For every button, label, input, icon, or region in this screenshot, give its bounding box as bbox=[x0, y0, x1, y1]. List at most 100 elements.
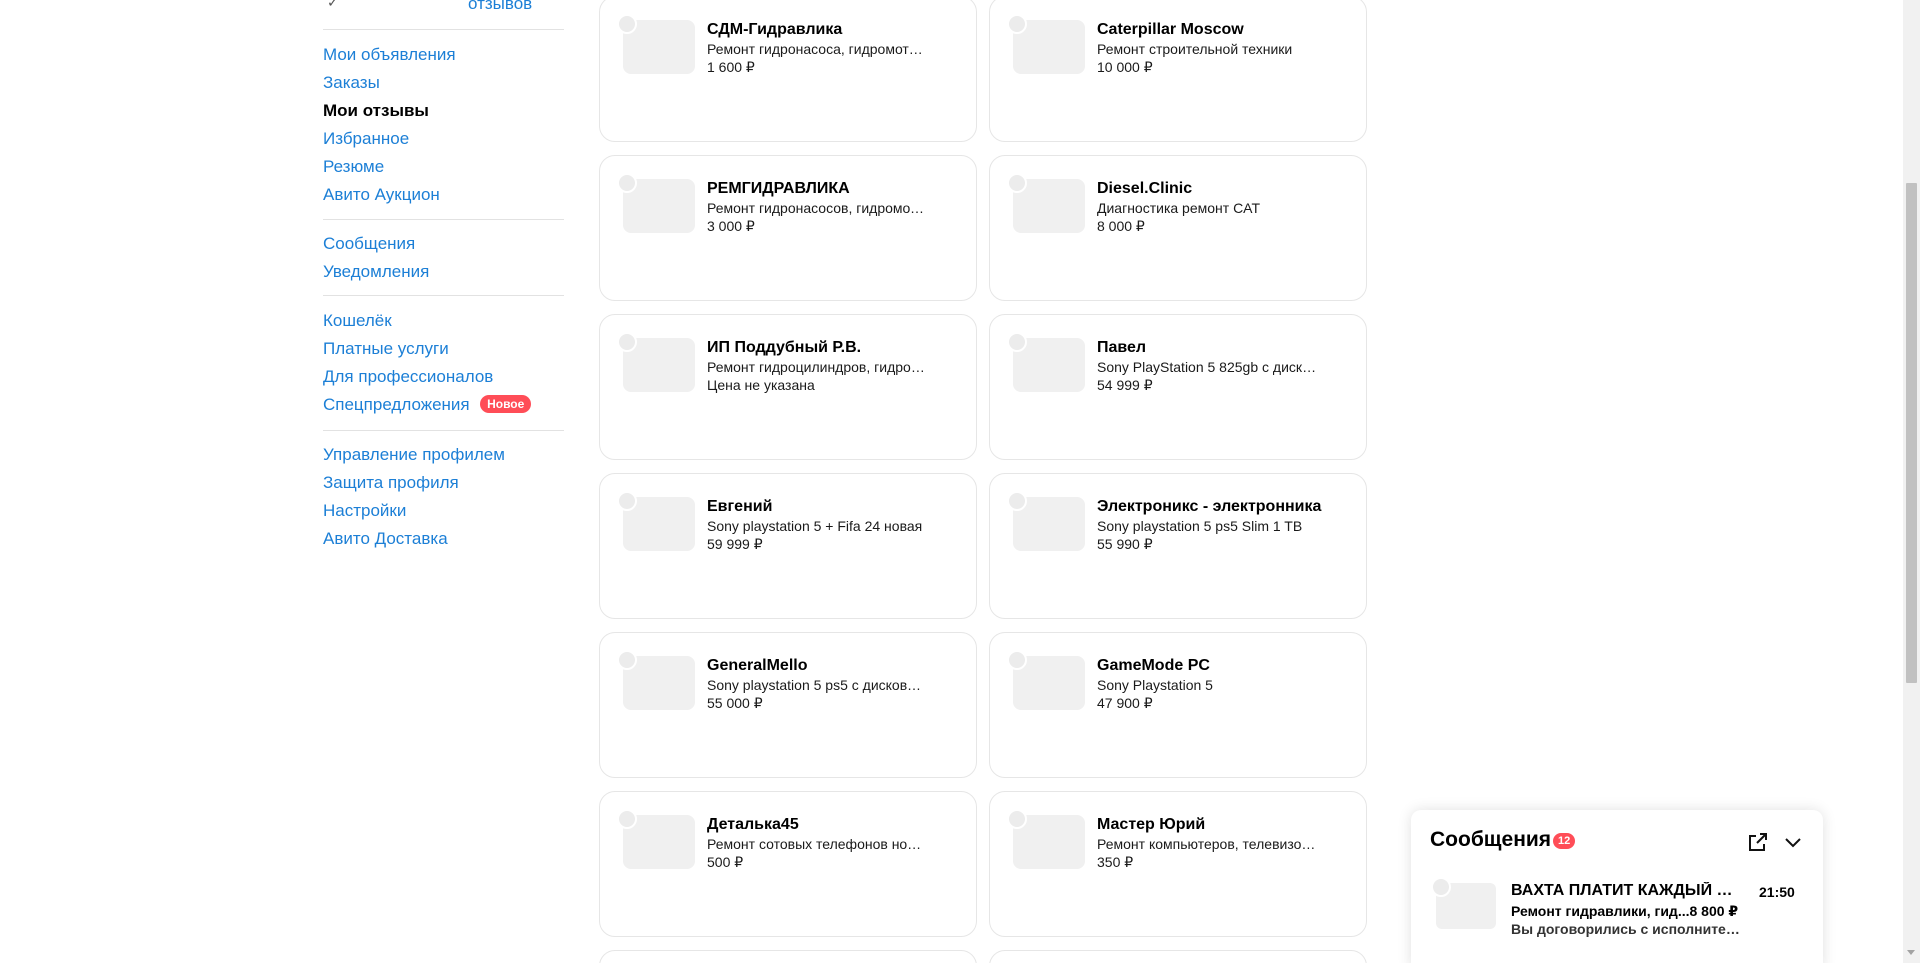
conversation-subtitle: Ремонт гидравлики, гид...8 800 ₽ bbox=[1511, 903, 1739, 919]
scroll-down-arrow-icon[interactable] bbox=[1907, 950, 1915, 955]
sidebar-item-orders[interactable]: Заказы bbox=[323, 69, 564, 97]
sidebar-item-my-reviews[interactable]: Мои отзывы bbox=[323, 97, 564, 125]
item-description: Sony playstation 5 ps5 Slim 1 TB bbox=[1097, 518, 1303, 534]
item-price: 47 900 ₽ bbox=[1097, 695, 1153, 711]
review-card[interactable]: GameMode PC Sony Playstation 5 47 900 ₽ bbox=[989, 632, 1367, 778]
external-link-icon[interactable] bbox=[1746, 830, 1770, 854]
avatar bbox=[617, 650, 637, 670]
sidebar-item-avito-delivery[interactable]: Авито Доставка bbox=[323, 525, 564, 553]
avatar bbox=[617, 491, 637, 511]
item-description: Ремонт сотовых телефонов ноутбуков bbox=[707, 836, 927, 852]
divider bbox=[323, 29, 564, 30]
reviews-count-link[interactable]: отзывов bbox=[468, 0, 532, 14]
avatar bbox=[1007, 173, 1027, 193]
item-description: Диагностика ремонт CAT bbox=[1097, 200, 1261, 216]
sidebar-item-special-offers-row: Спецпредложения Новое bbox=[323, 391, 564, 419]
item-description: Ремонт компьютеров, телевизоров bbox=[1097, 836, 1317, 852]
review-card[interactable]: Caterpillar Moscow Ремонт строительной те… bbox=[989, 0, 1367, 142]
conversation-name: ВАХТА ПЛАТИТ КАЖДЫЙ ДЕНЬ bbox=[1511, 882, 1741, 899]
item-description: Ремонт гидронасоса, гидромоторов bbox=[707, 41, 927, 57]
seller-name: Деталька45 bbox=[707, 816, 799, 833]
review-card[interactable]: Павел Sony PlayStation 5 825gb с дисковод… bbox=[989, 314, 1367, 460]
seller-name: СДМ-Гидравлика bbox=[707, 21, 843, 38]
item-description: Ремонт строительной техники bbox=[1097, 41, 1293, 57]
item-price: 55 000 ₽ bbox=[707, 695, 763, 711]
review-card[interactable]: Diesel.Clinic Диагностика ремонт CAT 8 000… bbox=[989, 155, 1367, 301]
seller-name: Мастер Юрий bbox=[1097, 816, 1206, 833]
nav-group-main: Мои объявления Заказы Мои отзывы Избранн… bbox=[323, 41, 564, 209]
item-price: 350 ₽ bbox=[1097, 854, 1134, 870]
sidebar-item-paid-services[interactable]: Платные услуги bbox=[323, 335, 564, 363]
review-card-partial[interactable] bbox=[989, 950, 1367, 963]
conversation-time: 21:50 bbox=[1759, 884, 1795, 900]
item-price: 54 999 ₽ bbox=[1097, 377, 1153, 393]
seller-name: Евгений bbox=[707, 498, 773, 515]
avatar bbox=[1007, 491, 1027, 511]
seller-name: GameMode PC bbox=[1097, 657, 1210, 674]
seller-name: Diesel.Clinic bbox=[1097, 180, 1193, 197]
sidebar-item-resume[interactable]: Резюме bbox=[323, 153, 564, 181]
sidebar-item-profile-management[interactable]: Управление профилем bbox=[323, 441, 564, 469]
rating-fragment: ✓ отзывов bbox=[323, 0, 564, 14]
avatar bbox=[617, 332, 637, 352]
review-card[interactable]: ИП Поддубный Р.В. Ремонт гидроцилиндров, … bbox=[599, 314, 977, 460]
avatar bbox=[1007, 14, 1027, 34]
conversation-last-message: Вы договорились с исполнителем bbox=[1511, 921, 1741, 937]
seller-name: РЕМГИДРАВЛИКА bbox=[707, 180, 850, 197]
sidebar-item-for-professionals[interactable]: Для профессионалов bbox=[323, 363, 564, 391]
messenger-title: Сообщения bbox=[1430, 828, 1552, 851]
chevron-down-icon[interactable] bbox=[1781, 830, 1805, 854]
nav-group-profile: Управление профилем Защита профиля Настр… bbox=[323, 441, 564, 553]
item-price: 1 600 ₽ bbox=[707, 59, 755, 75]
item-description: Sony Playstation 5 bbox=[1097, 677, 1213, 693]
item-price: Цена не указана bbox=[707, 377, 815, 393]
item-price: 500 ₽ bbox=[707, 854, 744, 870]
seller-name: GeneralMello bbox=[707, 657, 808, 674]
sidebar-item-special-offers[interactable]: Спецпредложения bbox=[323, 395, 470, 414]
avatar bbox=[617, 809, 637, 829]
sidebar-item-messages[interactable]: Сообщения bbox=[323, 230, 564, 258]
item-price: 10 000 ₽ bbox=[1097, 59, 1153, 75]
sidebar-item-settings[interactable]: Настройки bbox=[323, 497, 564, 525]
item-description: Sony playstation 5 + Fifa 24 новая bbox=[707, 518, 923, 534]
review-card[interactable]: Евгений Sony playstation 5 + Fifa 24 нова… bbox=[599, 473, 977, 619]
seller-name: ИП Поддубный Р.В. bbox=[707, 339, 862, 356]
seller-name: Электроникс - электронника bbox=[1097, 498, 1322, 515]
seller-name: Павел bbox=[1097, 339, 1147, 356]
review-card[interactable]: РЕМГИДРАВЛИКА Ремонт гидронасосов, гидром… bbox=[599, 155, 977, 301]
avatar bbox=[1007, 650, 1027, 670]
sidebar-item-wallet[interactable]: Кошелёк bbox=[323, 307, 564, 335]
sidebar-item-notifications[interactable]: Уведомления bbox=[323, 258, 564, 286]
item-description: Sony PlayStation 5 825gb с дисководом bbox=[1097, 359, 1317, 375]
unread-count-badge: 12 bbox=[1553, 833, 1576, 849]
item-description: Ремонт гидронасосов, гидромоторов bbox=[707, 200, 927, 216]
avatar bbox=[617, 173, 637, 193]
review-card[interactable]: Мастер Юрий Ремонт компьютеров, телевизор… bbox=[989, 791, 1367, 937]
divider bbox=[323, 295, 564, 296]
review-card-partial[interactable] bbox=[599, 950, 977, 963]
avatar bbox=[1007, 332, 1027, 352]
divider bbox=[323, 430, 564, 431]
item-price: 59 999 ₽ bbox=[707, 536, 763, 552]
sidebar-item-my-ads[interactable]: Мои объявления bbox=[323, 41, 564, 69]
scrollbar-thumb[interactable] bbox=[1906, 183, 1917, 683]
review-card[interactable]: Деталька45 Ремонт сотовых телефонов ноутб… bbox=[599, 791, 977, 937]
review-card[interactable]: СДМ-Гидравлика Ремонт гидронасоса, гидром… bbox=[599, 0, 977, 142]
star-icon: ✓ bbox=[327, 0, 339, 10]
page-scrollbar[interactable] bbox=[1903, 0, 1920, 963]
divider bbox=[323, 219, 564, 220]
nav-group-messages: Сообщения Уведомления bbox=[323, 230, 564, 286]
sidebar-item-auction[interactable]: Авито Аукцион bbox=[323, 181, 564, 209]
avatar bbox=[1431, 877, 1451, 897]
nav-group-finance: Кошелёк Платные услуги Для профессионало… bbox=[323, 307, 564, 419]
item-description: Ремонт гидроцилиндров, гидронасосов bbox=[707, 359, 927, 375]
avatar bbox=[1007, 809, 1027, 829]
avatar bbox=[617, 14, 637, 34]
messenger-popup: Сообщения 12 ВАХТА ПЛАТИТ КАЖДЫЙ ДЕНЬ 21… bbox=[1411, 810, 1823, 963]
sidebar-item-favorites[interactable]: Избранное bbox=[323, 125, 564, 153]
conversation-item[interactable]: ВАХТА ПЛАТИТ КАЖДЫЙ ДЕНЬ 21:50 Ремонт ги… bbox=[1411, 870, 1823, 950]
new-badge: Новое bbox=[480, 395, 532, 413]
review-card[interactable]: Электроникс - электронника Sony playstati… bbox=[989, 473, 1367, 619]
sidebar-item-profile-protection[interactable]: Защита профиля bbox=[323, 469, 564, 497]
review-card[interactable]: GeneralMello Sony playstation 5 ps5 с дис… bbox=[599, 632, 977, 778]
